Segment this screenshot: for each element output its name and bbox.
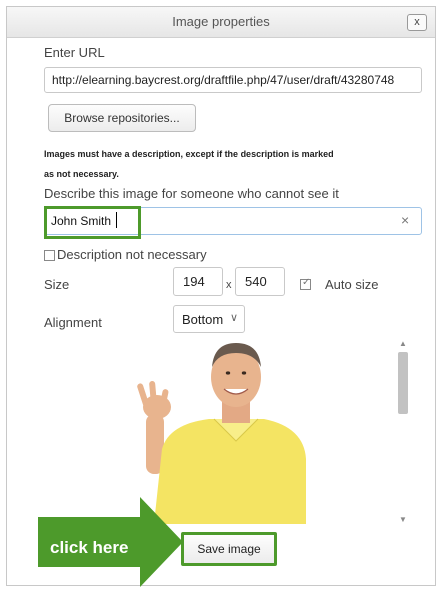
description-warning-line1: Images must have a description, except i… xyxy=(44,149,334,159)
chevron-down-icon: ∨ xyxy=(229,312,238,324)
scroll-thumb[interactable] xyxy=(398,352,408,414)
description-label: Describe this image for someone who cann… xyxy=(44,186,339,201)
text-caret xyxy=(116,212,117,228)
description-not-necessary-checkbox[interactable] xyxy=(44,250,55,261)
width-input[interactable]: 194 xyxy=(173,267,223,296)
alignment-selected-value: Bottom xyxy=(182,312,224,327)
auto-size-checkbox[interactable] xyxy=(300,277,311,290)
preview-scrollbar[interactable]: ▲ ▼ xyxy=(396,339,410,524)
description-value: John Smith xyxy=(51,214,112,228)
dialog-title: Image properties xyxy=(172,14,270,29)
url-label: Enter URL xyxy=(44,45,105,60)
description-warning-line2: as not necessary. xyxy=(44,169,119,179)
scroll-up-icon[interactable]: ▲ xyxy=(399,339,407,348)
dialog-titlebar: Image properties x xyxy=(7,7,435,38)
size-label: Size xyxy=(44,277,70,292)
save-image-button[interactable]: Save image xyxy=(181,532,277,566)
close-icon: x xyxy=(414,16,420,28)
height-input[interactable]: 540 xyxy=(235,267,285,296)
callout-label: click here xyxy=(50,538,129,557)
url-input[interactable]: http://elearning.baycrest.org/draftfile.… xyxy=(44,67,422,93)
close-button[interactable]: x xyxy=(407,14,427,31)
alignment-select[interactable]: Bottom ∨ xyxy=(173,305,245,333)
browse-repositories-button[interactable]: Browse repositories... xyxy=(48,104,196,132)
scroll-down-icon[interactable]: ▼ xyxy=(399,515,407,524)
auto-size-label: Auto size xyxy=(325,277,379,292)
clear-icon[interactable]: × xyxy=(401,212,409,228)
size-separator: x xyxy=(226,279,232,291)
description-not-necessary-label: Description not necessary xyxy=(57,247,207,262)
alignment-label: Alignment xyxy=(44,315,102,330)
